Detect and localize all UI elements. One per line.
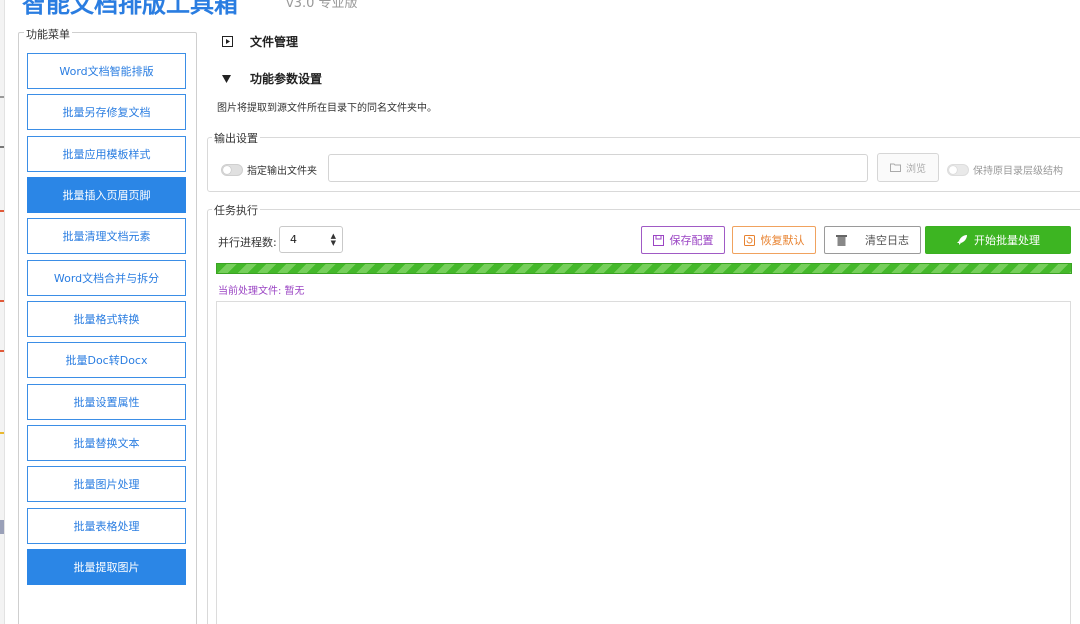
output-folder-toggle[interactable] (221, 163, 243, 176)
edge-mark (0, 432, 4, 434)
parallel-spinner[interactable]: 4 ▲ ▼ (279, 226, 343, 253)
save-config-label: 保存配置 (669, 234, 714, 247)
app-title: 智能文档排版工具箱 (22, 0, 238, 18)
restore-icon (743, 234, 755, 246)
menu-item-set-properties[interactable]: 批量设置属性 (27, 384, 186, 420)
menu-item-replace-text[interactable]: 批量替换文本 (27, 425, 186, 461)
start-batch-button[interactable]: 开始批量处理 (925, 226, 1071, 254)
start-batch-label: 开始批量处理 (974, 234, 1040, 247)
menu-item-clean-elements[interactable]: 批量清理文档元素 (27, 218, 186, 254)
menu-item-extract-images[interactable]: 批量提取图片 (27, 549, 186, 585)
section-params[interactable]: 功能参数设置 (222, 70, 322, 87)
restore-default-label: 恢复默认 (760, 234, 805, 247)
menu-item-merge-split[interactable]: Word文档合并与拆分 (27, 260, 186, 296)
menu-item-image-process[interactable]: 批量图片处理 (27, 466, 186, 502)
browse-button[interactable]: 浏览 (877, 153, 939, 182)
folder-icon (890, 163, 901, 172)
edge-mark (0, 350, 4, 352)
output-settings-legend: 输出设置 (212, 130, 260, 146)
caret-down-icon (222, 74, 250, 83)
rocket-icon (956, 234, 968, 246)
trash-icon (836, 234, 847, 246)
spinner-arrows-icon[interactable]: ▲ ▼ (331, 232, 336, 247)
section-file-manage-label: 文件管理 (250, 35, 299, 49)
menu-item-table-process[interactable]: 批量表格处理 (27, 508, 186, 544)
save-icon (652, 234, 664, 246)
keep-structure-toggle[interactable] (947, 163, 969, 176)
browse-label: 浏览 (906, 164, 926, 175)
task-legend: 任务执行 (212, 202, 260, 218)
parallel-value: 4 (290, 233, 297, 246)
edge-mark (0, 96, 4, 98)
section-params-label: 功能参数设置 (250, 72, 323, 86)
save-config-button[interactable]: 保存配置 (641, 226, 725, 254)
edge-mark (0, 300, 4, 302)
output-folder-toggle-label: 指定输出文件夹 (247, 166, 317, 177)
progress-bar (216, 263, 1072, 274)
current-file-status: 当前处理文件: 暂无 (218, 286, 305, 297)
menu-item-batch-save-repair[interactable]: 批量另存修复文档 (27, 94, 186, 130)
output-folder-input[interactable] (328, 154, 868, 182)
play-square-icon (222, 36, 250, 47)
edge-mark (0, 146, 4, 148)
clear-log-label: 清空日志 (865, 234, 909, 247)
app-window: 智能文档排版工具箱 v3.0 专业版 功能菜单 Word文档智能排版 批量另存修… (0, 0, 1080, 624)
parallel-label: 并行进程数: (218, 236, 277, 249)
hint-text: 图片将提取到源文件所在目录下的同名文件夹中。 (217, 103, 437, 114)
menu-item-apply-template[interactable]: 批量应用模板样式 (27, 136, 186, 172)
clear-log-button[interactable]: 清空日志 (824, 226, 921, 254)
keep-structure-label: 保持原目录层级结构 (973, 166, 1063, 177)
section-file-manage[interactable]: 文件管理 (222, 33, 298, 50)
output-folder-toggle-row: 指定输出文件夹 (221, 162, 317, 177)
edge-mark (0, 520, 4, 534)
app-version: v3.0 专业版 (286, 0, 358, 11)
keep-structure-row: 保持原目录层级结构 (947, 162, 1063, 177)
log-output-area[interactable] (216, 301, 1071, 624)
menu-item-format-convert[interactable]: 批量格式转换 (27, 301, 186, 337)
menu-item-word-smart-layout[interactable]: Word文档智能排版 (27, 53, 186, 89)
menu-item-doc-to-docx[interactable]: 批量Doc转Docx (27, 342, 186, 378)
function-menu-legend: 功能菜单 (24, 26, 72, 42)
restore-default-button[interactable]: 恢复默认 (732, 226, 816, 254)
menu-item-header-footer[interactable]: 批量插入页眉页脚 (27, 177, 186, 213)
edge-mark (0, 210, 4, 212)
